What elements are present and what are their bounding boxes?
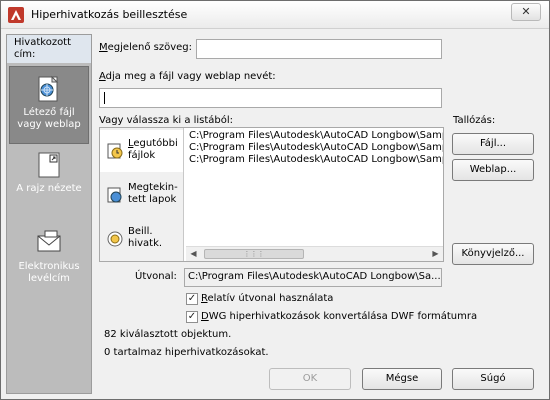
help-label: Súgó: [480, 373, 506, 384]
tab-inserted-links-label: Beill. hivatk.: [128, 226, 163, 249]
convert-dwg-label: DWG hiperhivatkozások konvertálása DWF f…: [201, 311, 478, 322]
relative-path-label: Relatív útvonal használata: [201, 293, 334, 304]
file-name-label: Adja meg a fájl vagy weblap nevét:: [99, 71, 276, 82]
insert-hyperlink-dialog: Hiperhivatkozás beillesztése ✕ Hivatkozo…: [0, 0, 550, 400]
close-icon: ✕: [521, 5, 531, 18]
dialog-title: Hiperhivatkozás beillesztése: [31, 8, 188, 21]
title-bar: Hiperhivatkozás beillesztése ✕: [1, 1, 549, 29]
display-text-input[interactable]: [196, 39, 442, 59]
status-selected: 82 kiválasztott objektum.: [104, 329, 232, 340]
scroll-right-icon[interactable]: ▶: [428, 247, 443, 261]
status-contains: 0 tartalmaz hiperhivatkozásokat.: [104, 347, 269, 358]
browse-label: Tallózás:: [453, 115, 496, 126]
link-target-header: Hivatkozott cím:: [7, 35, 91, 63]
list-item[interactable]: C:\Program Files\Autodesk\AutoCAD Longbo…: [189, 130, 443, 142]
browse-web-label: Weblap...: [469, 164, 517, 175]
nav-email-label: Elektronikus levélcím: [18, 261, 80, 284]
path-label: Útvonal:: [135, 271, 177, 282]
list-tabs: Legutóbbi fájlok Megtekin-tett lapok Bei…: [100, 128, 184, 261]
recent-files-list[interactable]: C:\Program Files\Autodesk\AutoCAD Longbo…: [186, 128, 443, 246]
recent-list-area: Legutóbbi fájlok Megtekin-tett lapok Bei…: [99, 127, 444, 262]
horizontal-scrollbar[interactable]: ◀ ⋮⋮⋮ ▶: [186, 246, 443, 261]
display-text-label: Megjelenő szöveg:: [99, 42, 193, 53]
browse-file-button[interactable]: Fájl...: [452, 133, 534, 155]
drawing-view-icon: [38, 152, 60, 178]
link-target-panel: Hivatkozott cím: Létező fájl vagy weblap…: [6, 34, 92, 394]
tab-recent-files[interactable]: Legutóbbi fájlok: [100, 130, 183, 172]
help-button[interactable]: Súgó: [452, 368, 534, 390]
nav-drawing-view[interactable]: A rajz nézete: [9, 151, 89, 217]
globe-document-icon: [38, 75, 59, 102]
bookmark-label: Könyvjelző...: [461, 248, 525, 259]
close-button[interactable]: ✕: [511, 3, 541, 21]
path-display: C:\Program Files\Autodesk\AutoCAD Longbo…: [184, 268, 442, 287]
nav-drawing-view-label: A rajz nézete: [16, 183, 82, 194]
text-caret: [104, 92, 105, 104]
envelope-icon: [37, 230, 61, 252]
autocad-app-icon: [8, 7, 24, 23]
tab-browsed-pages[interactable]: Megtekin-tett lapok: [100, 174, 183, 216]
bookmark-button[interactable]: Könyvjelző...: [452, 243, 534, 265]
file-name-input[interactable]: [99, 88, 442, 108]
list-label: Vagy válassza ki a listából:: [99, 115, 234, 126]
tab-recent-files-label: Legutóbbi fájlok: [128, 138, 178, 161]
list-item[interactable]: C:\Program Files\Autodesk\AutoCAD Longbo…: [189, 154, 443, 166]
convert-dwg-checkbox[interactable]: ✓: [186, 311, 198, 323]
cancel-button[interactable]: Mégse: [362, 368, 442, 390]
scroll-left-icon[interactable]: ◀: [186, 247, 201, 261]
list-item[interactable]: C:\Program Files\Autodesk\AutoCAD Longbo…: [189, 142, 443, 154]
relative-path-checkbox[interactable]: ✓: [186, 293, 198, 305]
scroll-thumb[interactable]: ⋮⋮⋮: [204, 249, 304, 259]
browse-web-button[interactable]: Weblap...: [452, 159, 534, 181]
ok-button[interactable]: OK: [269, 368, 351, 390]
browse-file-label: Fájl...: [479, 138, 507, 149]
inserted-links-icon: [107, 231, 123, 247]
recent-files-icon: [107, 143, 123, 159]
browsed-pages-icon: [107, 187, 122, 203]
nav-existing-file-label: Létező fájl vagy weblap: [17, 107, 81, 130]
nav-email-address[interactable]: Elektronikus levélcím: [9, 229, 89, 295]
tab-inserted-links[interactable]: Beill. hivatk.: [100, 218, 183, 260]
tab-browsed-pages-label: Megtekin-tett lapok: [128, 182, 178, 205]
nav-existing-file-or-webpage[interactable]: Létező fájl vagy weblap: [9, 66, 89, 144]
